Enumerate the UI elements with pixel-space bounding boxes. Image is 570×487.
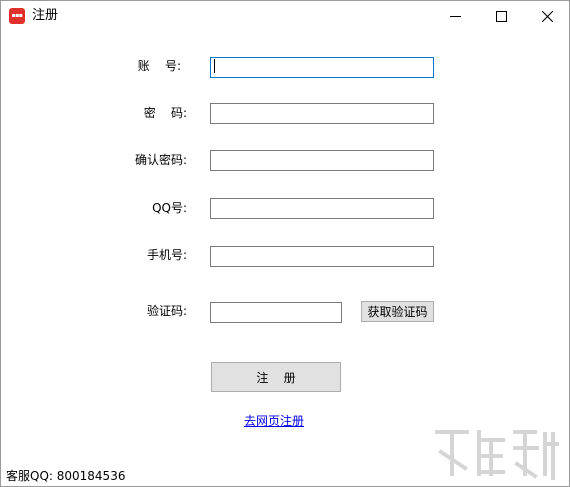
password-input[interactable]: [210, 103, 434, 124]
qq-input[interactable]: [210, 198, 434, 219]
text-caret: [214, 59, 215, 73]
confirm-password-label: 确认密码:: [134, 153, 187, 167]
title-bar[interactable]: ▪▪▪ 注册: [1, 1, 569, 31]
account-label: 账 号:: [137, 59, 181, 73]
web-register-link[interactable]: 去网页注册: [244, 412, 304, 430]
confirm-password-input[interactable]: [210, 150, 434, 171]
close-icon: [541, 10, 553, 22]
get-verification-code-button[interactable]: 获取验证码: [361, 301, 434, 322]
register-window: ▪▪▪ 注册 账 号: 密 码: 确认密码: QQ号: 手机号: 验证码: 获取…: [0, 0, 570, 487]
minimize-button[interactable]: [432, 1, 478, 31]
register-button[interactable]: 注 册: [211, 362, 341, 392]
maximize-icon: [495, 10, 507, 22]
phone-label: 手机号:: [146, 248, 187, 262]
phone-input[interactable]: [210, 246, 434, 267]
close-button[interactable]: [524, 1, 570, 31]
window-title: 注册: [32, 8, 59, 23]
password-label: 密 码:: [143, 106, 187, 120]
download-site-watermark-icon: [435, 430, 559, 480]
verification-code-input[interactable]: [210, 302, 342, 323]
qq-label: QQ号:: [152, 201, 187, 215]
support-qq-text: 客服QQ: 800184536: [6, 469, 126, 483]
minimize-icon: [449, 15, 461, 17]
app-logo-icon: ▪▪▪: [9, 8, 25, 24]
account-input[interactable]: [210, 57, 434, 78]
maximize-button[interactable]: [478, 1, 524, 31]
verification-code-label: 验证码:: [146, 304, 187, 318]
